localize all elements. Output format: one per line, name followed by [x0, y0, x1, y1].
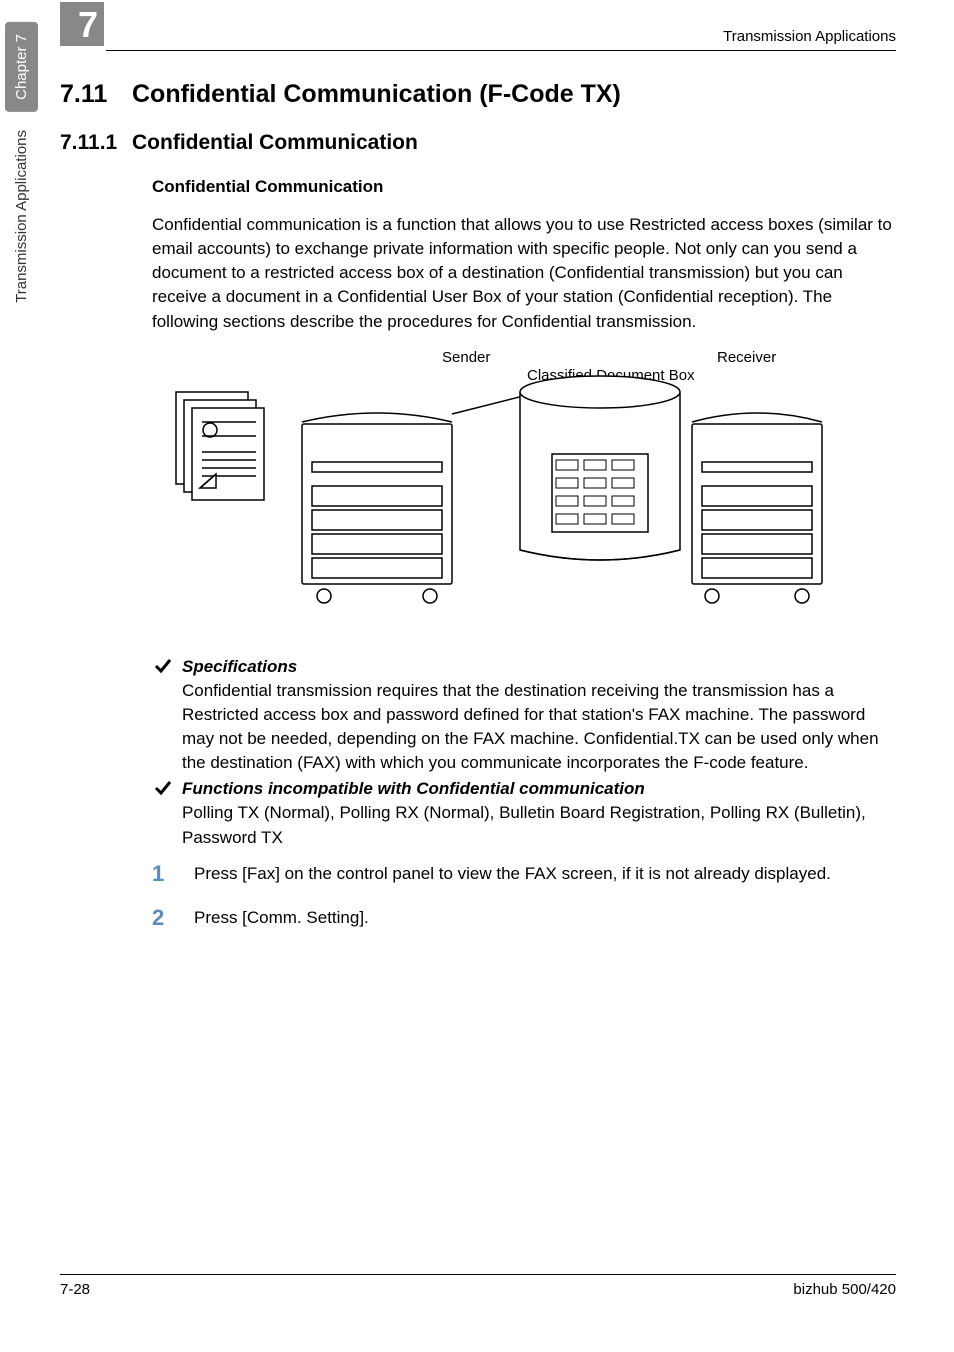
sender-copier-icon [302, 413, 452, 603]
intro-paragraph: Confidential communication is a function… [152, 213, 896, 334]
check-item: Specifications Confidential transmission… [152, 655, 896, 776]
sender-documents-icon [176, 392, 264, 500]
content-area: 7.11Confidential Communication (F-Code T… [60, 80, 896, 950]
heading-1-number: 7.11 [60, 80, 132, 109]
heading-1: 7.11Confidential Communication (F-Code T… [60, 80, 896, 109]
header-rule [106, 50, 896, 51]
heading-2-title: Confidential Communication [132, 131, 418, 154]
check-item-title: Specifications [182, 657, 297, 676]
side-tab-chapter: Chapter 7 [5, 22, 38, 112]
checkmark-icon [154, 657, 172, 682]
step-text: Press [Comm. Setting]. [194, 908, 369, 927]
check-list: Specifications Confidential transmission… [152, 655, 896, 850]
heading-2-number: 7.11.1 [60, 131, 132, 155]
running-header: Transmission Applications [723, 28, 896, 45]
side-tab-title: Transmission Applications [13, 130, 30, 303]
side-tab: Chapter 7 Transmission Applications [0, 22, 42, 303]
check-item-body: Polling TX (Normal), Polling RX (Normal)… [182, 803, 866, 846]
check-item-title: Functions incompatible with Confidential… [182, 779, 645, 798]
step-number: 1 [152, 858, 164, 889]
label-receiver: Receiver [717, 349, 776, 366]
footer: 7-28 bizhub 500/420 [60, 1274, 896, 1298]
footer-rule [60, 1274, 896, 1275]
section-number-badge: 7 [60, 2, 104, 46]
check-item: Functions incompatible with Confidential… [152, 777, 896, 849]
document-box-icon [520, 376, 680, 560]
heading-3: Confidential Communication [152, 177, 896, 197]
product-name: bizhub 500/420 [793, 1281, 896, 1298]
label-sender: Sender [442, 349, 490, 366]
diagram-svg: Sender Receiver Classified Document Box [152, 344, 832, 624]
body-block: Confidential Communication Confidential … [152, 177, 896, 930]
diagram: Sender Receiver Classified Document Box [152, 344, 896, 629]
step-item: 2 Press [Comm. Setting]. [152, 906, 896, 930]
step-text: Press [Fax] on the control panel to view… [194, 864, 831, 883]
step-item: 1 Press [Fax] on the control panel to vi… [152, 862, 896, 886]
checkmark-icon [154, 779, 172, 804]
receiver-copier-icon [692, 413, 822, 603]
check-item-body: Confidential transmission requires that … [182, 681, 879, 772]
heading-1-title: Confidential Communication (F-Code TX) [132, 80, 621, 108]
step-number: 2 [152, 902, 164, 933]
page-number: 7-28 [60, 1281, 90, 1298]
heading-2: 7.11.1Confidential Communication [60, 131, 896, 155]
numbered-steps: 1 Press [Fax] on the control panel to vi… [152, 862, 896, 930]
